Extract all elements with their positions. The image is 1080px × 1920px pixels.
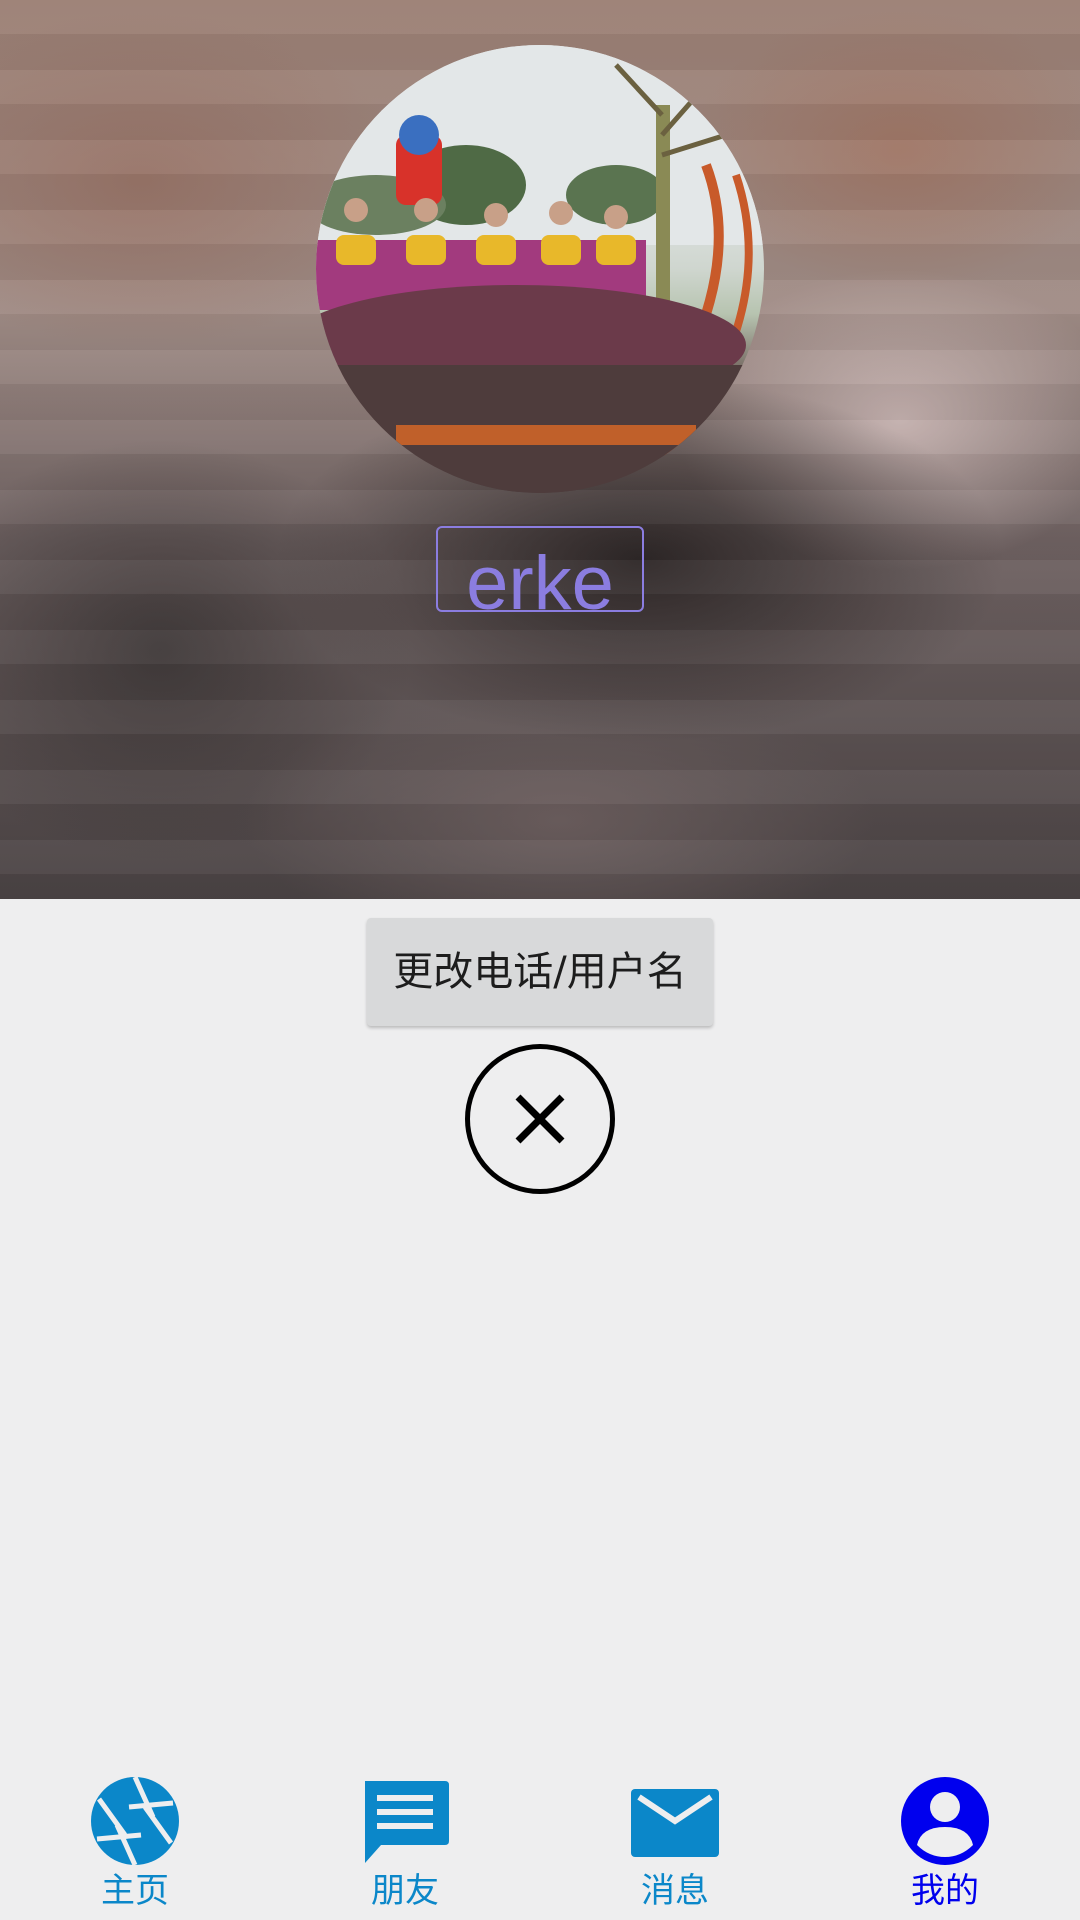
account-icon: [901, 1777, 989, 1865]
avatar-photo: [316, 45, 764, 493]
nav-label-home: 主页: [101, 1871, 169, 1911]
mail-icon: [631, 1777, 719, 1865]
nav-item-home[interactable]: 主页: [0, 1760, 270, 1920]
nav-label-friends: 朋友: [371, 1871, 439, 1911]
nav-label-messages: 消息: [641, 1871, 709, 1911]
avatar[interactable]: [316, 45, 764, 493]
nav-item-messages[interactable]: 消息: [540, 1760, 810, 1920]
nav-item-friends[interactable]: 朋友: [270, 1760, 540, 1920]
close-button[interactable]: [465, 1044, 615, 1194]
chat-icon: [361, 1777, 449, 1865]
change-phone-username-button[interactable]: 更改电话/用户名: [367, 918, 713, 1026]
nav-item-mine[interactable]: 我的: [810, 1760, 1080, 1920]
nav-label-mine: 我的: [911, 1871, 979, 1911]
username-label[interactable]: erke: [436, 526, 644, 612]
aperture-icon: [91, 1777, 179, 1865]
close-icon: [515, 1094, 565, 1144]
bottom-nav: 主页 朋友 消息 我的: [0, 1760, 1080, 1920]
profile-header: erke: [0, 0, 1080, 899]
